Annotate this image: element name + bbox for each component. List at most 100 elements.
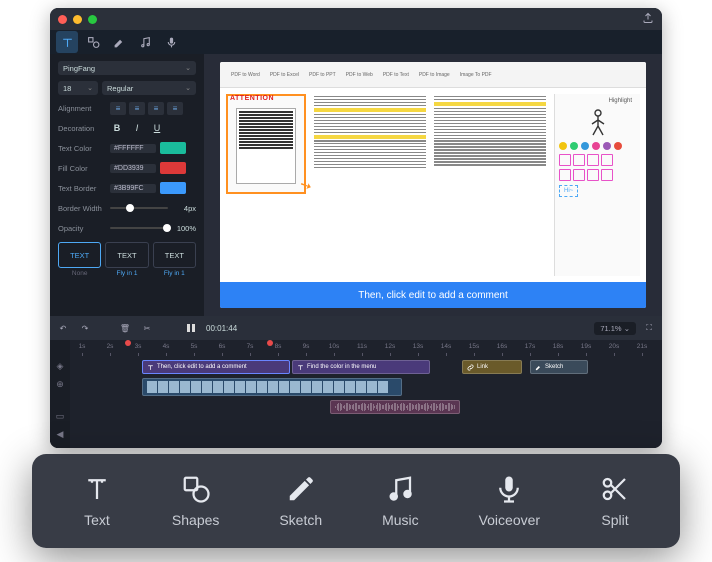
text-sidebar: PingFang ⌄ 18 ⌄ Regular ⌄ Alignment ≡ ≡: [50, 54, 204, 316]
clip-audio[interactable]: [330, 400, 460, 414]
vf-tab: PDF to PPT: [306, 71, 339, 79]
shapes-tool-icon[interactable]: [82, 31, 104, 53]
font-weight-value: Regular: [107, 84, 133, 93]
chevron-down-icon: ⌄: [185, 64, 191, 72]
chevron-down-icon: ⌄: [87, 84, 93, 92]
tools-overlay: Text Shapes Sketch Music Voiceover Split: [32, 454, 680, 548]
titlebar: [50, 8, 662, 30]
timeline-track-controls: ◈ ⊕ ▭ ◀: [50, 340, 70, 448]
preset-1[interactable]: TEXT: [58, 242, 101, 268]
opacity-value: 100%: [172, 224, 196, 233]
shapes-icon: [181, 474, 211, 504]
sketch-tool-icon[interactable]: [108, 31, 130, 53]
overlay-music-button[interactable]: Music: [382, 474, 419, 528]
video-track[interactable]: 05:30h: [70, 378, 662, 398]
pause-button[interactable]: [184, 321, 198, 335]
border-width-value: 4px: [172, 204, 196, 213]
microphone-icon: [494, 474, 524, 504]
music-icon: [385, 474, 415, 504]
overlay-split-button[interactable]: Split: [600, 474, 630, 528]
text-color-swatch[interactable]: [160, 142, 186, 154]
redo-button[interactable]: ↷: [78, 321, 92, 335]
clip-video[interactable]: 05:30h: [142, 378, 402, 396]
text-border-swatch[interactable]: [160, 182, 186, 194]
preset-2[interactable]: TEXT: [105, 242, 148, 268]
overlay-text-button[interactable]: Text: [82, 474, 112, 528]
font-weight-dropdown[interactable]: Regular ⌄: [102, 81, 196, 95]
clip-link[interactable]: Link: [462, 360, 522, 374]
audio-track-icon[interactable]: ◀: [54, 428, 66, 440]
trash-button[interactable]: 🗑: [118, 321, 132, 335]
video-track-icon[interactable]: ▭: [54, 410, 66, 422]
add-track-icon[interactable]: ⊕: [54, 378, 66, 390]
alignment-label: Alignment: [58, 104, 106, 113]
italic-button[interactable]: I: [130, 123, 144, 133]
fullscreen-button[interactable]: ⛶: [642, 321, 656, 335]
opacity-slider[interactable]: [110, 227, 168, 229]
annotation-track[interactable]: Then, click edit to add a commentFind th…: [70, 360, 662, 376]
audio-track[interactable]: [70, 400, 662, 416]
overlay-label: Sketch: [279, 512, 322, 528]
clip-text[interactable]: Then, click edit to add a comment: [142, 360, 290, 374]
font-size-dropdown[interactable]: 18 ⌄: [58, 81, 98, 95]
preset-3[interactable]: TEXT: [153, 242, 196, 268]
hi-note: Hi~: [559, 185, 578, 197]
fill-color-label: Fill Color: [58, 164, 106, 173]
font-size-value: 18: [63, 84, 71, 93]
vf-tab: Image To PDF: [457, 71, 495, 79]
minimize-dot[interactable]: [73, 15, 82, 24]
layers-icon[interactable]: ◈: [54, 360, 66, 372]
preset-anim-2: Fly in 1: [105, 270, 148, 277]
border-width-slider[interactable]: [110, 207, 168, 209]
caption-text: Then, click edit to add a comment: [220, 282, 646, 308]
font-family-dropdown[interactable]: PingFang ⌄: [58, 61, 196, 75]
close-dot[interactable]: [58, 15, 67, 24]
align-right-button[interactable]: ≡: [148, 102, 164, 115]
clip-text[interactable]: Find the color in the menu: [292, 360, 430, 374]
voiceover-tool-icon[interactable]: [160, 31, 182, 53]
video-preview: PDF to Word PDF to Excel PDF to PPT PDF …: [204, 54, 662, 316]
zoom-percent[interactable]: 71.1% ⌄: [594, 322, 636, 335]
fill-color-swatch[interactable]: [160, 162, 186, 174]
overlay-label: Split: [601, 512, 628, 528]
highlight-label: Highlight: [559, 98, 636, 104]
vf-tab: PDF to Image: [416, 71, 453, 79]
export-button[interactable]: [642, 12, 654, 27]
timeline: ◈ ⊕ ▭ ◀ 1s2s3s4s5s6s7s8s9s10s11s12s13s14…: [50, 340, 662, 448]
pencil-icon: [286, 474, 316, 504]
music-tool-icon[interactable]: [134, 31, 156, 53]
align-justify-button[interactable]: ≡: [167, 102, 183, 115]
align-left-button[interactable]: ≡: [110, 102, 126, 115]
bold-button[interactable]: B: [110, 123, 124, 133]
align-center-button[interactable]: ≡: [129, 102, 145, 115]
border-width-label: Border Width: [58, 204, 106, 213]
overlay-label: Shapes: [172, 512, 219, 528]
text-icon: [82, 474, 112, 504]
text-tool-icon[interactable]: [56, 31, 78, 53]
opacity-label: Opacity: [58, 224, 106, 233]
split-button[interactable]: ✂: [140, 321, 154, 335]
font-family-value: PingFang: [63, 64, 95, 73]
vf-tab: PDF to Word: [228, 71, 263, 79]
vf-toolbar: PDF to Word PDF to Excel PDF to PPT PDF …: [220, 62, 646, 88]
video-frame[interactable]: PDF to Word PDF to Excel PDF to PPT PDF …: [220, 62, 646, 308]
underline-button[interactable]: U: [150, 123, 164, 133]
clip-sketch[interactable]: Sketch: [530, 360, 588, 374]
timeline-ruler[interactable]: 1s2s3s4s5s6s7s8s9s10s11s12s13s14s15s16s1…: [70, 340, 662, 358]
overlay-voiceover-button[interactable]: Voiceover: [479, 474, 540, 528]
chevron-down-icon: ⌄: [185, 84, 191, 92]
overlay-sketch-button[interactable]: Sketch: [279, 474, 322, 528]
vf-tab: PDF to Text: [380, 71, 412, 79]
attention-annotation: ATTENTION ➘: [226, 94, 306, 194]
undo-button[interactable]: ↶: [56, 321, 70, 335]
maximize-dot[interactable]: [88, 15, 97, 24]
text-color-hex[interactable]: #FFFFFF: [110, 144, 156, 153]
vf-tab: PDF to Web: [343, 71, 376, 79]
text-color-label: Text Color: [58, 144, 106, 153]
playback-controls: ↶ ↷ 🗑 ✂ 00:01:44 71.1% ⌄ ⛶: [50, 316, 662, 340]
top-toolbar: [50, 30, 662, 54]
overlay-label: Text: [84, 512, 110, 528]
overlay-shapes-button[interactable]: Shapes: [172, 474, 219, 528]
fill-color-hex[interactable]: #DD3939: [110, 164, 156, 173]
text-border-hex[interactable]: #3B99FC: [110, 184, 156, 193]
